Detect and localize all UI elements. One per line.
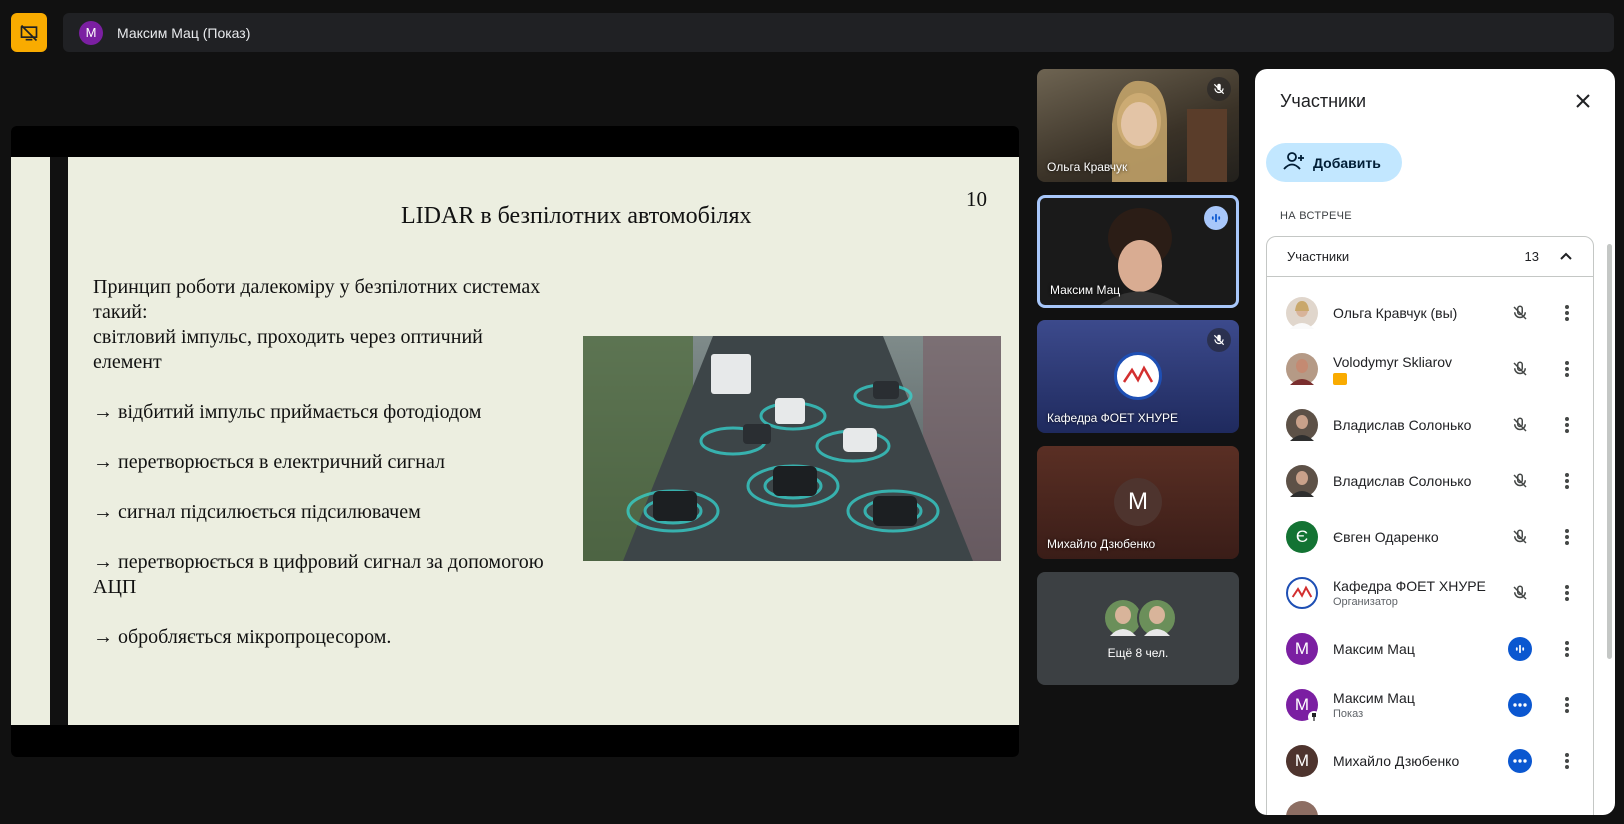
participant-name: Максим Мац — [1333, 690, 1415, 706]
participant-role: Показ — [1333, 708, 1364, 720]
participant-name: Михайло Дзюбенко — [1333, 753, 1460, 769]
avatar — [1286, 577, 1318, 609]
panel-title: Участники — [1280, 91, 1366, 111]
slide-paragraph: → перетворюється в електричний сигнал — [93, 451, 445, 473]
more-vert-icon[interactable] — [1555, 693, 1579, 717]
autonomous-cars-image — [583, 336, 1001, 561]
slide-body: Принцип роботи далекоміру у безпілотних … — [93, 275, 583, 675]
video-tile-olga[interactable]: Ольга Кравчук — [1037, 69, 1239, 182]
avatar: Є — [1286, 521, 1318, 553]
presentation-stage: 10 LIDAR в безпілотних автомобілях Принц… — [11, 126, 1019, 757]
tile-name: Ольга Кравчук — [1047, 160, 1128, 174]
participant-name: Владислав Солонько — [1333, 473, 1472, 489]
speaking-icon[interactable] — [1508, 637, 1532, 661]
presenter-title: Максим Мац (Показ) — [117, 24, 251, 41]
tile-name: Михайло Дзюбенко — [1047, 537, 1156, 551]
slide-title: LIDAR в безпілотних автомобілях — [401, 203, 752, 229]
participants-group: Участники 13 Ольга Кравчук (вы) Volodymy… — [1266, 236, 1594, 815]
avatar: M — [1286, 745, 1318, 777]
chevron-up-icon[interactable] — [1559, 249, 1573, 264]
participant-row[interactable]: Є Євген Одаренко — [1267, 509, 1593, 565]
participant-row[interactable]: Владислав Солонько — [1267, 453, 1593, 509]
presenting-badge-icon — [1333, 372, 1347, 385]
avatar — [1286, 801, 1318, 815]
mic-off-icon[interactable] — [1508, 525, 1532, 549]
participant-row[interactable]: Ольга Кравчук (вы) — [1267, 285, 1593, 341]
slide-paragraph: → сигнал підсилюється підсилювачем — [93, 501, 421, 523]
add-people-button[interactable]: Добавить — [1266, 143, 1402, 182]
presentation-off-icon[interactable] — [11, 13, 47, 52]
mic-off-icon[interactable] — [1508, 301, 1532, 325]
mic-off-icon — [1207, 328, 1231, 352]
participant-name: Volodymyr Skliarov — [1333, 353, 1453, 370]
avatar — [1286, 409, 1318, 441]
more-vert-icon[interactable] — [1555, 357, 1579, 381]
slide-paragraph: Принцип роботи далекоміру у безпілотних … — [93, 276, 541, 373]
mic-off-icon[interactable] — [1508, 357, 1532, 381]
mic-off-icon[interactable] — [1508, 469, 1532, 493]
slide: 10 LIDAR в безпілотних автомобілях Принц… — [11, 157, 1019, 725]
participant-row[interactable]: M Максим Мац — [1267, 621, 1593, 677]
kafedra-logo — [1114, 352, 1162, 400]
close-icon[interactable] — [1571, 89, 1595, 113]
more-horiz-icon[interactable] — [1508, 749, 1532, 773]
avatar — [1286, 353, 1318, 385]
more-vert-icon[interactable] — [1555, 637, 1579, 661]
participant-row[interactable]: Кафедра ФОЕТ ХНУРЕ Организатор — [1267, 565, 1593, 621]
presenter-avatar: M — [79, 20, 103, 45]
participant-name: Владислав Солонько — [1333, 417, 1472, 433]
more-vert-icon[interactable] — [1555, 413, 1579, 437]
slide-paragraph: → відбитий імпульс приймається фотодіодо… — [93, 401, 482, 423]
participant-thumb — [1137, 598, 1177, 638]
slide-number: 10 — [966, 187, 987, 211]
presenter-bar: M Максим Мац (Показ) — [63, 13, 1614, 52]
more-vert-icon[interactable] — [1555, 749, 1579, 773]
more-participants-tile[interactable]: Ещё 8 чел. — [1037, 572, 1239, 685]
more-vert-icon[interactable] — [1555, 469, 1579, 493]
avatar — [1286, 297, 1318, 329]
mic-off-icon[interactable] — [1508, 581, 1532, 605]
participant-name: Ольга Кравчук (вы) — [1333, 305, 1458, 321]
section-label: НА ВСТРЕЧЕ — [1280, 210, 1352, 222]
avatar: M — [1286, 633, 1318, 665]
participant-name: Максим Мац — [1333, 641, 1415, 657]
participant-name: Кафедра ФОЕТ ХНУРЕ — [1333, 578, 1486, 594]
avatar: M — [1286, 689, 1320, 723]
participant-row[interactable]: M Максим Мац Показ — [1267, 677, 1593, 733]
participant-row[interactable]: Владислав Солонько — [1267, 397, 1593, 453]
add-person-icon — [1283, 152, 1305, 173]
video-tile-kafedra[interactable]: Кафедра ФОЕТ ХНУРЕ — [1037, 320, 1239, 433]
speaking-icon — [1204, 206, 1228, 230]
participants-panel: Участники Добавить НА ВСТРЕЧЕ Участники … — [1255, 69, 1615, 815]
slide-paragraph: → обробляється мікропроцесором. — [93, 626, 392, 648]
more-vert-icon[interactable] — [1555, 525, 1579, 549]
group-count: 13 — [1524, 249, 1539, 264]
pin-icon — [1308, 711, 1320, 723]
participant-role: Организатор — [1333, 596, 1398, 608]
participants-group-header[interactable]: Участники 13 — [1267, 237, 1593, 277]
video-tile-mykhailo[interactable]: M Михайло Дзюбенко — [1037, 446, 1239, 559]
participant-row[interactable]: Volodymyr Skliarov — [1267, 341, 1593, 397]
more-vert-icon[interactable] — [1555, 581, 1579, 605]
tile-avatar: M — [1114, 478, 1162, 526]
mic-off-icon[interactable] — [1508, 413, 1532, 437]
avatar — [1286, 465, 1318, 497]
video-tile-maksym[interactable]: Максим Мац — [1037, 195, 1239, 308]
panel-scrollbar[interactable] — [1607, 244, 1612, 659]
slide-decor-band — [50, 157, 68, 725]
mic-off-icon — [1207, 77, 1231, 101]
more-vert-icon[interactable] — [1555, 301, 1579, 325]
tile-name: Кафедра ФОЕТ ХНУРЕ — [1047, 411, 1179, 425]
slide-paragraph: → перетворюється в цифровий сигнал за до… — [93, 551, 544, 598]
group-label: Участники — [1287, 249, 1350, 264]
more-horiz-icon[interactable] — [1508, 693, 1532, 717]
tile-name: Максим Мац — [1050, 283, 1121, 297]
participant-row-partial[interactable] — [1267, 789, 1593, 815]
participant-row[interactable]: M Михайло Дзюбенко — [1267, 733, 1593, 789]
add-button-label: Добавить — [1313, 154, 1381, 171]
participant-name: Євген Одаренко — [1333, 529, 1439, 545]
more-participants-label: Ещё 8 чел. — [1107, 646, 1169, 660]
